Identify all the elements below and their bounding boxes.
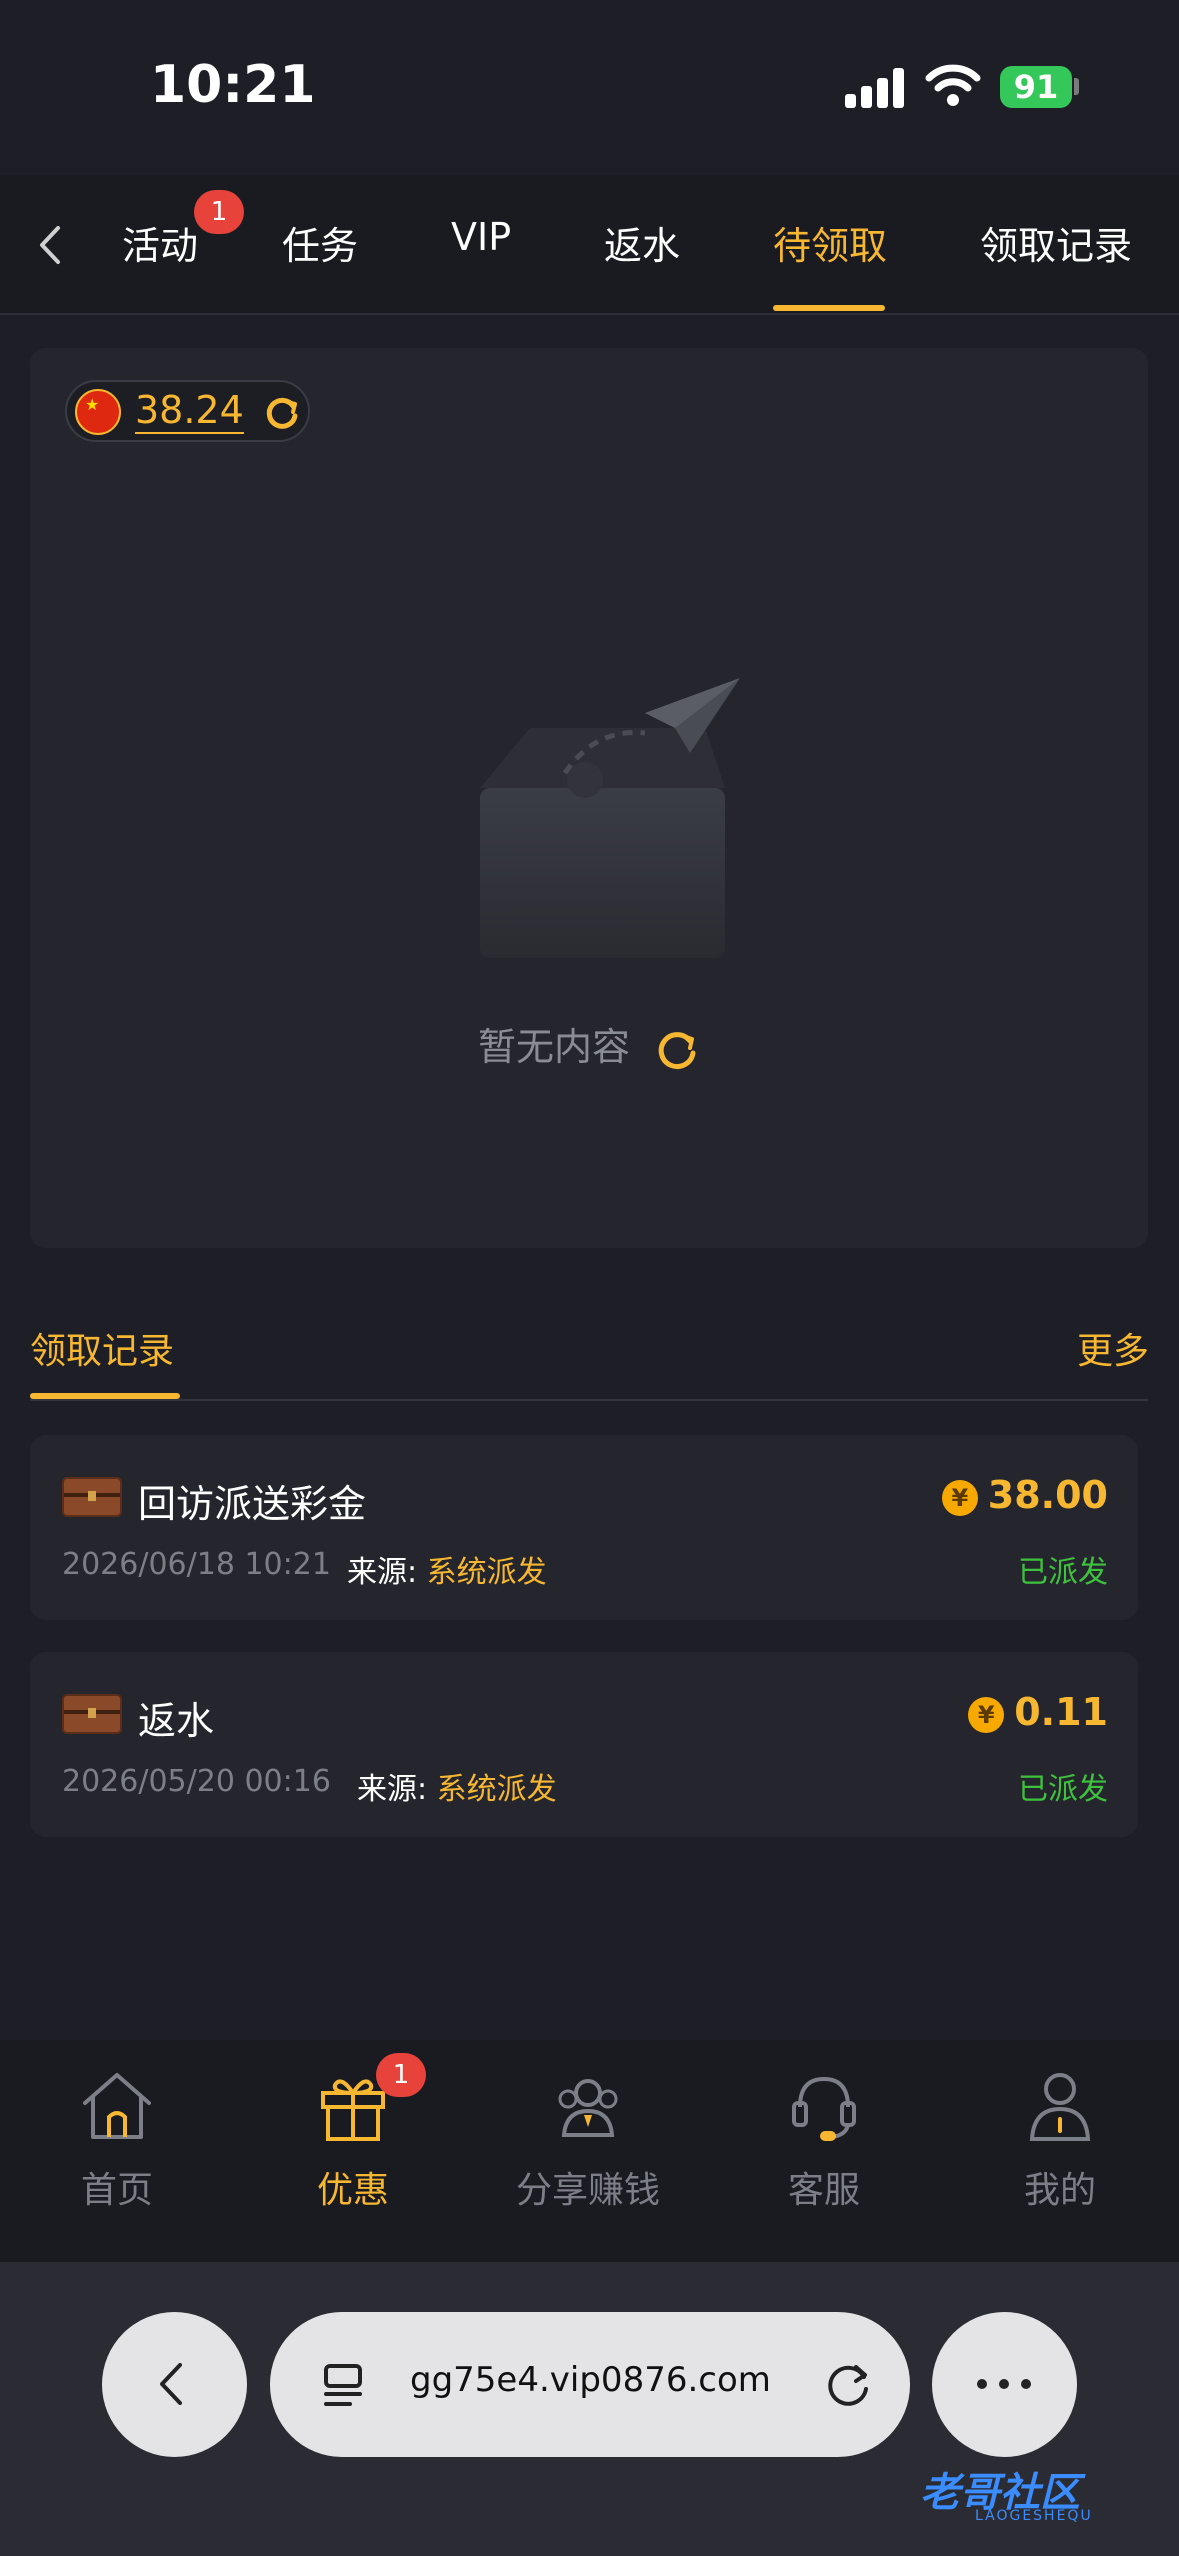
home-icon: [83, 2073, 151, 2139]
record-status: 已派发: [1018, 1772, 1108, 1807]
battery-tip: [1074, 78, 1079, 95]
tab-activity[interactable]: 活动: [122, 215, 198, 270]
category-tabbar: 活动 1 任务 VIP 返水 待领取 领取记录: [0, 175, 1179, 315]
records-more-link[interactable]: 更多: [1077, 1322, 1149, 1374]
record-source-value: 系统派发: [426, 1555, 547, 1590]
back-chevron-icon[interactable]: [30, 220, 70, 270]
nav-home-label: 首页: [80, 2170, 153, 2211]
nav-profile[interactable]: 我的: [970, 2065, 1150, 2213]
wifi-icon: [925, 64, 981, 106]
empty-box-icon: [480, 678, 740, 958]
active-tab-indicator: [773, 305, 885, 311]
cellular-signal-icon: [845, 68, 907, 108]
empty-state-text: 暂无内容: [477, 1025, 630, 1069]
refresh-balance-icon[interactable]: [263, 394, 301, 432]
record-source: 来源: 系统派发: [357, 1764, 557, 1808]
record-item[interactable]: 回访派送彩金 ¥38.00 2026/06/18 10:21 来源: 系统派发 …: [30, 1435, 1138, 1620]
tab-tasks[interactable]: 任务: [282, 215, 358, 270]
more-dots-icon: [977, 2379, 1031, 2389]
share-users-icon: [558, 2079, 618, 2137]
nav-customer-service[interactable]: 客服: [734, 2065, 914, 2213]
yuan-coin-icon: ¥: [968, 1696, 1005, 1733]
yuan-coin-icon: ¥: [941, 1479, 978, 1516]
user-icon: [1029, 2073, 1091, 2141]
nav-home[interactable]: 首页: [27, 2065, 207, 2213]
record-status: 已派发: [1018, 1555, 1108, 1590]
wallet-balance-pill: ★ 38.24: [65, 380, 310, 442]
headset-icon: [792, 2076, 856, 2141]
record-amount-value: 0.11: [1014, 1690, 1108, 1734]
tab-rebate[interactable]: 返水: [604, 215, 680, 270]
browser-back-button[interactable]: [102, 2312, 247, 2457]
record-item[interactable]: 返水 ¥0.11 2026/05/20 00:16 来源: 系统派发 已派发: [30, 1652, 1138, 1837]
browser-url-bar[interactable]: gg75e4.vip0876.com: [270, 2312, 910, 2457]
tab-activity-badge: 1: [194, 190, 244, 234]
tab-pending[interactable]: 待领取: [773, 215, 887, 270]
reload-page-icon[interactable]: [820, 2357, 875, 2412]
browser-url-text: gg75e4.vip0876.com: [410, 2360, 771, 2400]
record-title: 返水: [138, 1699, 215, 1743]
pending-rewards-card: ★ 38.24 暂无内容: [30, 348, 1148, 1248]
chevron-left-icon: [160, 2363, 182, 2405]
battery-level: 91: [1013, 68, 1059, 106]
record-source-value: 系统派发: [436, 1772, 557, 1807]
record-amount: ¥38.00: [941, 1473, 1108, 1517]
records-divider: [30, 1399, 1148, 1401]
record-source-label: 来源:: [347, 1555, 418, 1590]
nav-promotions-label: 优惠: [316, 2170, 389, 2211]
treasure-chest-icon: [62, 1477, 122, 1517]
nav-share-earn[interactable]: 分享赚钱: [498, 2065, 678, 2213]
china-flag-icon: ★: [75, 389, 121, 435]
records-tab-indicator: [30, 1393, 180, 1399]
status-time: 10:21: [150, 55, 316, 115]
tabs-overview-icon[interactable]: [320, 2360, 370, 2410]
records-section-title[interactable]: 领取记录: [30, 1322, 174, 1374]
empty-state: 暂无内容: [30, 1016, 1148, 1073]
record-source-label: 来源:: [357, 1772, 428, 1807]
wallet-balance: 38.24: [135, 388, 244, 434]
watermark-subtext: LAOGESHEQU: [975, 2508, 1093, 2524]
bottom-navigation: 首页 优惠 1 分享赚钱 客服 我的: [0, 2040, 1179, 2262]
nav-promotions-badge: 1: [376, 2053, 426, 2097]
record-date: 2026/05/20 00:16: [62, 1764, 331, 1799]
status-bar: 10:21 91: [0, 0, 1179, 175]
tab-vip[interactable]: VIP: [451, 215, 511, 259]
reload-icon[interactable]: [654, 1027, 700, 1073]
record-title: 回访派送彩金: [138, 1482, 367, 1526]
nav-share-earn-label: 分享赚钱: [515, 2170, 660, 2211]
nav-profile-label: 我的: [1023, 2170, 1096, 2211]
record-source: 来源: 系统派发: [347, 1547, 547, 1591]
battery-icon: 91: [1000, 66, 1072, 108]
nav-customer-service-label: 客服: [787, 2170, 860, 2211]
record-date: 2026/06/18 10:21: [62, 1547, 331, 1582]
record-amount: ¥0.11: [968, 1690, 1108, 1734]
record-amount-value: 38.00: [987, 1473, 1108, 1517]
browser-more-button[interactable]: [932, 2312, 1077, 2457]
treasure-chest-icon: [62, 1694, 122, 1734]
tab-claim-records[interactable]: 领取记录: [980, 215, 1132, 270]
nav-promotions[interactable]: 优惠 1: [263, 2053, 443, 2213]
